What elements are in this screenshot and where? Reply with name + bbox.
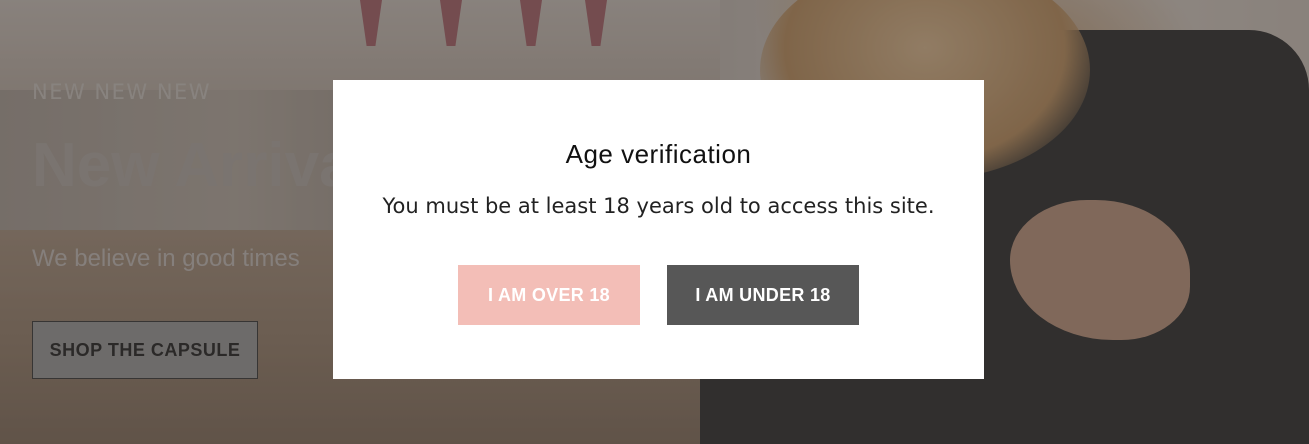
over-18-button[interactable]: I AM OVER 18: [458, 265, 640, 325]
age-verification-modal: Age verification You must be at least 18…: [333, 80, 984, 379]
modal-message: You must be at least 18 years old to acc…: [382, 194, 935, 218]
page: NEW NEW NEW New Arriva We believe in goo…: [0, 0, 1309, 444]
under-18-button[interactable]: I AM UNDER 18: [667, 265, 859, 325]
modal-title: Age verification: [565, 139, 752, 169]
